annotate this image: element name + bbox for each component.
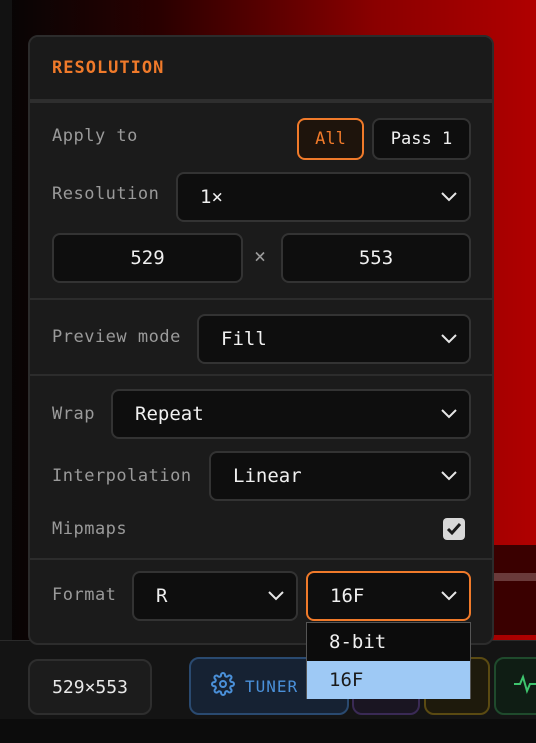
background-shape — [492, 545, 536, 635]
preview-mode-value: Fill — [221, 328, 267, 350]
chevron-down-icon — [441, 192, 457, 202]
activity-icon — [514, 674, 536, 698]
panel-title: RESOLUTION — [30, 37, 492, 103]
wrap-select[interactable]: Repeat — [111, 389, 471, 439]
format-channels-value: R — [156, 585, 168, 607]
dropdown-option-16f[interactable]: 16F — [307, 661, 470, 699]
resolution-section: Apply to All Pass 1 Resolution 1× 529 × … — [30, 103, 492, 300]
interpolation-value: Linear — [233, 465, 302, 487]
resolution-panel: RESOLUTION Apply to All Pass 1 Resolutio… — [28, 35, 494, 645]
apply-to-label: Apply to — [52, 126, 138, 146]
width-input[interactable]: 529 — [52, 233, 243, 283]
dimensions-chip[interactable]: 529×553 — [28, 659, 152, 715]
chevron-down-icon — [268, 591, 284, 601]
checkmark-icon — [446, 523, 462, 536]
background-bar — [492, 573, 536, 581]
chevron-down-icon — [441, 471, 457, 481]
height-input[interactable]: 553 — [281, 233, 471, 283]
activity-button[interactable] — [494, 657, 536, 715]
format-channels-select[interactable]: R — [132, 571, 298, 621]
apply-to-all-button[interactable]: All — [297, 118, 364, 160]
format-depth-value: 16F — [330, 585, 365, 607]
preview-mode-select[interactable]: Fill — [197, 314, 471, 364]
format-depth-select[interactable]: 16F — [306, 571, 471, 621]
dimensions-label: 529×553 — [52, 676, 128, 698]
chevron-down-icon — [441, 591, 457, 601]
dropdown-option-8bit[interactable]: 8-bit — [307, 623, 470, 661]
wrap-value: Repeat — [135, 403, 204, 425]
bottom-toolbar-lower — [0, 719, 536, 743]
preview-section: Preview mode Fill — [30, 300, 492, 376]
format-depth-dropdown: 8-bit 16F — [306, 622, 471, 699]
mipmaps-label: Mipmaps — [52, 519, 128, 539]
gear-icon — [211, 672, 235, 700]
preview-mode-label: Preview mode — [52, 327, 181, 347]
sampling-section: Wrap Repeat Interpolation Linear Mipmaps — [30, 376, 492, 560]
interpolation-label: Interpolation — [52, 466, 192, 486]
interpolation-select[interactable]: Linear — [209, 451, 471, 501]
chevron-down-icon — [441, 409, 457, 419]
apply-to-pass1-button[interactable]: Pass 1 — [372, 118, 471, 160]
left-edge-strip — [0, 0, 12, 640]
times-separator: × — [254, 244, 267, 268]
wrap-label: Wrap — [52, 404, 95, 424]
resolution-select[interactable]: 1× — [176, 172, 471, 222]
format-label: Format — [52, 585, 117, 605]
chevron-down-icon — [441, 334, 457, 344]
mipmaps-checkbox[interactable] — [443, 518, 465, 540]
resolution-label: Resolution — [52, 184, 160, 204]
resolution-select-value: 1× — [200, 186, 223, 208]
tuner-label: TUNER — [245, 676, 299, 696]
